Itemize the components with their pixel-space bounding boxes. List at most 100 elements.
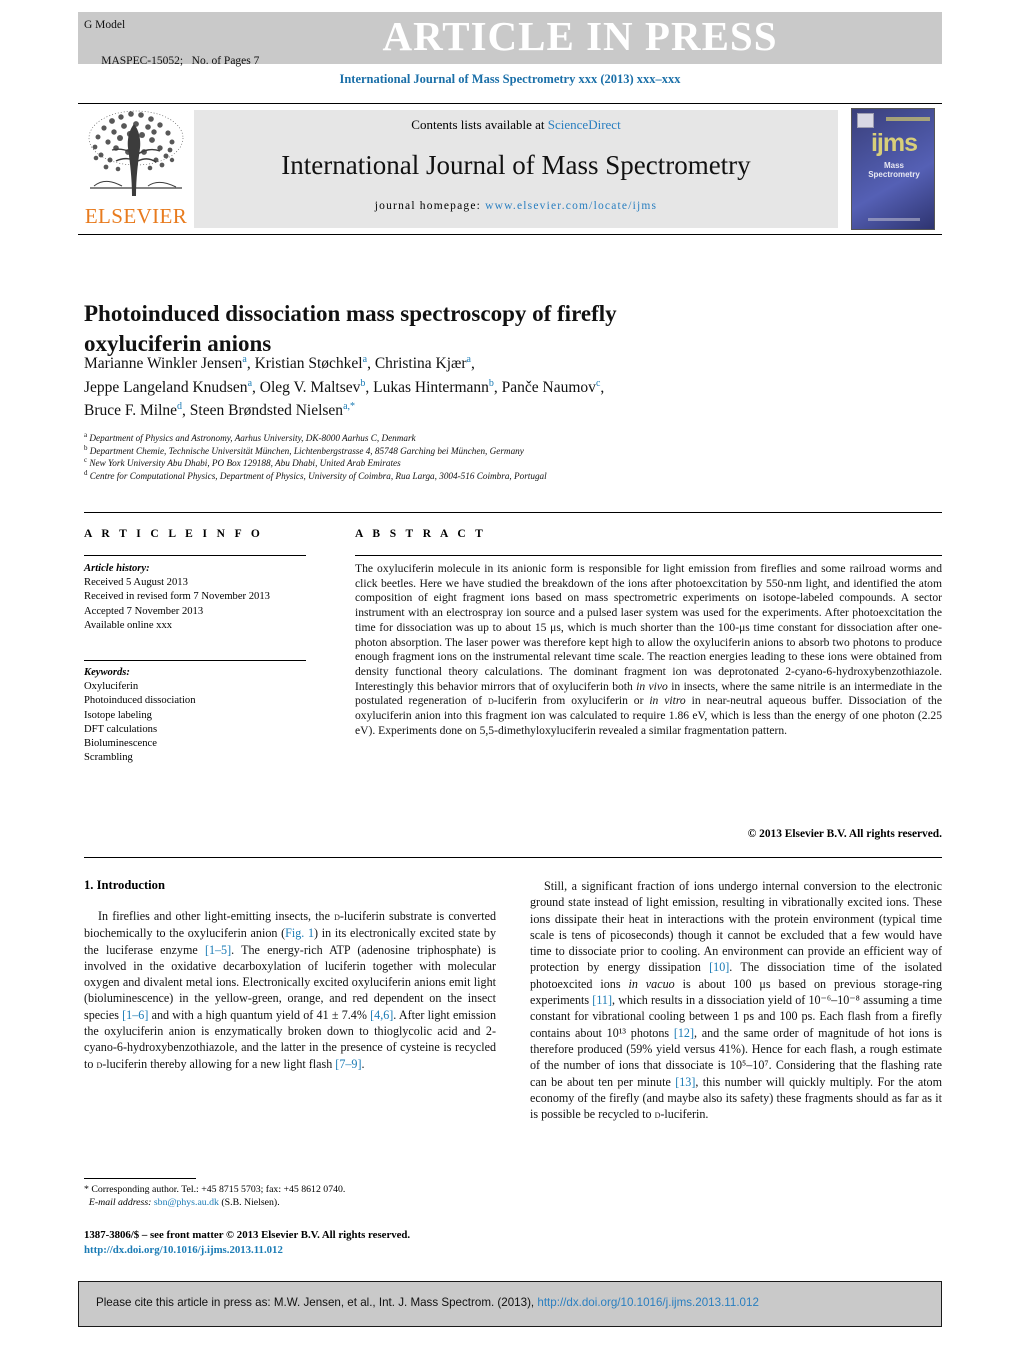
article-history: Article history: Received 5 August 2013 … bbox=[84, 562, 324, 633]
text-run: . bbox=[361, 1056, 365, 1071]
citation-link[interactable]: [7–9] bbox=[335, 1057, 361, 1071]
history-item: Accepted 7 November 2013 bbox=[84, 605, 204, 617]
citation-link[interactable]: [12] bbox=[674, 1026, 694, 1040]
affiliation-item: d Centre for Computational Physics, Depa… bbox=[84, 468, 864, 483]
citation-link[interactable]: [1–6] bbox=[122, 1008, 148, 1022]
author-list: Marianne Winkler Jensena, Kristian Støch… bbox=[84, 353, 605, 419]
affiliation-item: b Department Chemie, Technische Universi… bbox=[84, 444, 864, 458]
history-item: Received in revised form 7 November 2013 bbox=[84, 591, 270, 603]
footnote-block: * Corresponding author. Tel.: +45 8715 5… bbox=[84, 1183, 504, 1209]
figure-link[interactable]: Fig. 1 bbox=[285, 926, 314, 940]
journal-title: International Journal of Mass Spectromet… bbox=[281, 150, 751, 180]
author-affiliation-marker: d bbox=[177, 400, 183, 412]
author-affiliation-marker: a bbox=[242, 353, 247, 365]
cover-corner-box-icon bbox=[857, 113, 874, 128]
author-name: Christina Kjæra bbox=[374, 353, 471, 372]
paragraph: In fireflies and other light-emitting in… bbox=[84, 908, 496, 1073]
front-matter-block: 1387-3806/$ – see front matter © 2013 El… bbox=[84, 1228, 544, 1257]
elsevier-wordmark: ELSEVIER bbox=[84, 204, 188, 228]
abstract-italic: in vitro bbox=[649, 694, 686, 708]
citation-link[interactable]: [11] bbox=[592, 993, 612, 1007]
author-affiliation-marker: b bbox=[488, 377, 494, 389]
abstract-part: -luciferin from oxyluciferin or bbox=[493, 694, 650, 708]
author-affiliation-marker: a,* bbox=[343, 400, 356, 412]
page-title: Photoinduced dissociation mass spectrosc… bbox=[84, 301, 617, 357]
info-box-bottom-rule bbox=[84, 857, 942, 858]
doi-link[interactable]: http://dx.doi.org/10.1016/j.ijms.2013.11… bbox=[84, 1243, 544, 1258]
affiliation-text: Centre for Computational Physics, Depart… bbox=[89, 470, 547, 481]
affiliation-marker: c bbox=[84, 456, 88, 465]
homepage-url-link[interactable]: www.elsevier.com/locate/ijms bbox=[485, 200, 657, 212]
email-link[interactable]: sbn@phys.au.dk bbox=[154, 1197, 219, 1208]
affiliation-marker: d bbox=[84, 468, 88, 477]
keyword-item: Isotope labeling bbox=[84, 709, 152, 721]
article-info-rule bbox=[84, 555, 306, 556]
abstract-part: The oxyluciferin molecule in its anionic… bbox=[355, 562, 942, 693]
citation-link[interactable]: [13] bbox=[675, 1075, 695, 1089]
email-owner: (S.B. Nielsen). bbox=[221, 1197, 280, 1209]
email-note: E-mail address: sbn@phys.au.dk (S.B. Nie… bbox=[84, 1196, 504, 1209]
author-affiliation-marker: a bbox=[362, 353, 368, 365]
author-name: Kristian Støchkela bbox=[254, 353, 368, 372]
front-matter-line: 1387-3806/$ – see front matter © 2013 El… bbox=[84, 1229, 411, 1241]
keywords-label: Keywords: bbox=[84, 667, 130, 678]
citation-link[interactable]: [4,6] bbox=[370, 1008, 393, 1022]
affiliation-item: a Department of Physics and Astronomy, A… bbox=[84, 430, 864, 445]
manuscript-id: MASPEC-15052; bbox=[101, 55, 184, 67]
article-history-label: Article history: bbox=[84, 563, 150, 574]
author-name: Steen Brøndsted Nielsena,* bbox=[189, 400, 356, 419]
cite-prefix: Please cite this article in press as: M.… bbox=[96, 1296, 538, 1309]
citation-link[interactable]: [10] bbox=[709, 960, 729, 974]
paper-page: G Model MASPEC-15052; No. of Pages 7 ART… bbox=[0, 0, 1020, 1351]
author-affiliation-marker: c bbox=[595, 377, 601, 389]
contents-prefix: Contents lists available at bbox=[411, 117, 548, 132]
keyword-item: DFT calculations bbox=[84, 723, 158, 735]
cite-doi-link[interactable]: http://dx.doi.org/10.1016/j.ijms.2013.11… bbox=[537, 1296, 759, 1309]
journal-homepage-line: journal homepage: www.elsevier.com/locat… bbox=[194, 200, 838, 212]
history-item: Available online xxx bbox=[84, 619, 173, 631]
paragraph: Still, a significant fraction of ions un… bbox=[530, 878, 942, 1123]
affiliation-list: a Department of Physics and Astronomy, A… bbox=[84, 430, 864, 483]
page-count: No. of Pages 7 bbox=[191, 55, 260, 67]
author-affiliation-marker: a bbox=[247, 377, 253, 389]
section-heading-introduction: 1. Introduction bbox=[84, 878, 165, 892]
text-run: -luciferin thereby allowing for a new li… bbox=[102, 1056, 336, 1071]
g-model-label: G Model bbox=[84, 19, 126, 31]
email-address-label: E-mail address: bbox=[88, 1197, 152, 1209]
italic-run: in vacuo bbox=[628, 976, 675, 991]
keyword-item: Bioluminescence bbox=[84, 738, 157, 750]
cover-bottom-rule bbox=[868, 218, 920, 221]
author-name: Lukas Hintermannb bbox=[373, 377, 494, 396]
affiliation-text: New York University Abu Dhabi, PO Box 12… bbox=[89, 458, 401, 469]
author-name: Jeppe Langeland Knudsena bbox=[84, 377, 253, 396]
manuscript-id-line: MASPEC-15052; No. of Pages 7 bbox=[84, 34, 259, 88]
sciencedirect-link[interactable]: ScienceDirect bbox=[548, 117, 621, 132]
keyword-item: Photoinduced dissociation bbox=[84, 695, 196, 707]
text-run: and with a high quantum yield of 41 ± 7.… bbox=[148, 1007, 371, 1022]
article-in-press-text: ARTICLE IN PRESS bbox=[382, 13, 778, 59]
cite-this-article-text: Please cite this article in press as: M.… bbox=[96, 1296, 926, 1309]
journal-cover-thumbnail: ijms Mass Spectrometry bbox=[851, 108, 935, 230]
affiliation-text: Department of Physics and Astronomy, Aar… bbox=[89, 433, 416, 443]
abstract-heading: A B S T R A C T bbox=[355, 528, 487, 540]
elsevier-tree-icon bbox=[84, 108, 188, 204]
manuscript-meta: G Model MASPEC-15052; No. of Pages 7 bbox=[84, 16, 259, 88]
author-affiliation-marker: a bbox=[466, 353, 471, 365]
keyword-item: Oxyluciferin bbox=[84, 681, 139, 693]
author-name: Panče Naumovc bbox=[501, 377, 601, 396]
abstract-rule bbox=[355, 555, 942, 556]
footnote-rule bbox=[84, 1178, 196, 1179]
abstract-text: The oxyluciferin molecule in its anionic… bbox=[355, 562, 942, 738]
author-name: Oleg V. Maltsevb bbox=[259, 377, 366, 396]
abstract-italic: in vivo bbox=[636, 679, 668, 693]
body-column-left: In fireflies and other light-emitting in… bbox=[84, 908, 496, 1073]
author-name: Marianne Winkler Jensena bbox=[84, 353, 247, 372]
citation-link[interactable]: [1–5] bbox=[205, 943, 231, 957]
text-run: In fireflies and other light-emitting in… bbox=[98, 909, 335, 923]
article-info-heading: A R T I C L E I N F O bbox=[84, 528, 264, 540]
body-column-right: Still, a significant fraction of ions un… bbox=[530, 878, 942, 1123]
affiliation-marker: a bbox=[84, 430, 88, 439]
corresponding-author-star: * bbox=[350, 400, 356, 412]
affiliation-text: Department Chemie, Technische Universitä… bbox=[89, 445, 524, 456]
text-run: -luciferin. bbox=[660, 1107, 709, 1122]
